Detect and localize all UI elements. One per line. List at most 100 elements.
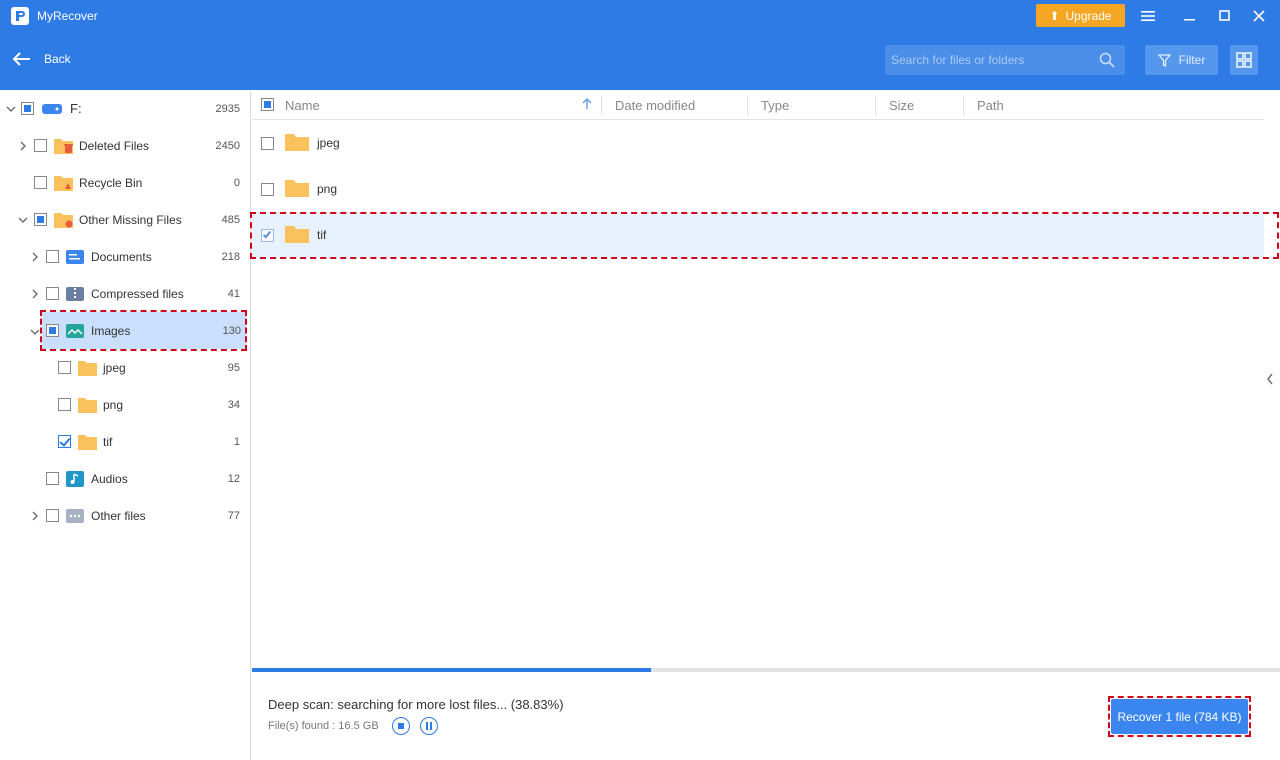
close-icon[interactable] bbox=[1249, 6, 1269, 26]
tree-checkbox[interactable] bbox=[46, 250, 59, 263]
scan-progress-bar bbox=[252, 668, 1280, 672]
pause-scan-button[interactable] bbox=[420, 717, 438, 735]
folder-icon bbox=[77, 396, 97, 414]
tree-label: png bbox=[103, 397, 124, 412]
tree-checkbox[interactable] bbox=[34, 139, 47, 152]
tree-checkbox[interactable] bbox=[58, 398, 71, 411]
file-checkbox[interactable] bbox=[261, 136, 274, 150]
tree-count: 218 bbox=[221, 250, 240, 263]
chevron-right-icon[interactable] bbox=[30, 511, 40, 521]
chevron-down-icon[interactable] bbox=[6, 104, 16, 114]
column-type[interactable]: Type bbox=[761, 90, 789, 120]
column-size-label: Size bbox=[889, 97, 915, 113]
tree-item-tif[interactable]: tif 1 bbox=[0, 423, 250, 460]
tree-item-other-files[interactable]: Other files 77 bbox=[0, 497, 250, 534]
tree-count: 1 bbox=[233, 435, 240, 448]
app-logo-icon bbox=[11, 7, 29, 25]
tree-count: 12 bbox=[227, 472, 240, 485]
tree-count: 77 bbox=[227, 509, 240, 522]
select-all-checkbox[interactable] bbox=[261, 98, 274, 111]
chevron-right-icon[interactable] bbox=[30, 289, 40, 299]
column-divider bbox=[875, 95, 876, 115]
title-bar: MyRecover ⬆ Upgrade bbox=[0, 0, 1280, 32]
upgrade-arrow-icon: ⬆ bbox=[1049, 8, 1060, 23]
file-row[interactable]: png bbox=[252, 166, 1264, 212]
tree-count: 34 bbox=[227, 398, 240, 411]
back-button[interactable]: Back bbox=[12, 52, 71, 66]
search-icon[interactable] bbox=[1099, 52, 1115, 68]
column-path[interactable]: Path bbox=[977, 90, 1004, 120]
collapse-panel-icon[interactable] bbox=[1266, 373, 1274, 388]
stop-scan-button[interactable] bbox=[392, 717, 410, 735]
upgrade-label: Upgrade bbox=[1065, 8, 1112, 23]
search-input[interactable] bbox=[885, 53, 1085, 67]
upgrade-button[interactable]: ⬆ Upgrade bbox=[1036, 4, 1125, 27]
tree-label: Documents bbox=[91, 249, 152, 264]
tree-item-audios[interactable]: Audios 12 bbox=[0, 460, 250, 497]
tree-checkbox[interactable] bbox=[34, 176, 47, 189]
tree-count: 41 bbox=[227, 287, 240, 300]
files-found: File(s) found : 16.5 GB bbox=[268, 720, 379, 732]
back-label: Back bbox=[44, 52, 71, 66]
tree-count: 0 bbox=[233, 176, 240, 189]
tree-checkbox[interactable] bbox=[58, 435, 71, 448]
tree-item-drive-f[interactable]: F: 2935 bbox=[0, 90, 250, 127]
tree-checkbox[interactable] bbox=[21, 102, 34, 115]
file-name: png bbox=[317, 182, 338, 196]
tree-label: Deleted Files bbox=[79, 138, 150, 153]
tree-item-documents[interactable]: Documents 218 bbox=[0, 238, 250, 275]
folder-icon bbox=[284, 132, 310, 155]
chevron-down-icon[interactable] bbox=[30, 326, 40, 336]
column-divider bbox=[601, 95, 602, 115]
tree-item-compressed-files[interactable]: Compressed files 41 bbox=[0, 275, 250, 312]
tree-item-jpeg[interactable]: jpeg 95 bbox=[0, 349, 250, 386]
tree-checkbox[interactable] bbox=[46, 287, 59, 300]
grid-view-button[interactable] bbox=[1230, 45, 1258, 75]
filter-button[interactable]: Filter bbox=[1145, 45, 1218, 75]
file-checkbox[interactable] bbox=[261, 182, 274, 196]
pause-icon bbox=[426, 722, 432, 730]
folder-icon bbox=[77, 433, 97, 451]
tree-checkbox[interactable] bbox=[58, 361, 71, 374]
nav-bar: Back Filter bbox=[0, 32, 1280, 90]
column-divider bbox=[963, 95, 964, 115]
column-path-label: Path bbox=[977, 97, 1004, 113]
column-size[interactable]: Size bbox=[889, 90, 914, 120]
tree-item-other-missing-files[interactable]: Other Missing Files 485 bbox=[0, 201, 250, 238]
filter-label: Filter bbox=[1178, 53, 1206, 67]
column-name-label: Name bbox=[285, 97, 320, 113]
column-date-label: Date modified bbox=[615, 97, 696, 113]
menu-icon[interactable] bbox=[1138, 6, 1158, 26]
file-name: jpeg bbox=[317, 136, 340, 150]
column-date-modified[interactable]: Date modified bbox=[615, 90, 695, 120]
other-files-icon bbox=[65, 507, 85, 525]
back-arrow-icon bbox=[12, 52, 30, 66]
tree-item-recycle-bin[interactable]: Recycle Bin 0 bbox=[0, 164, 250, 201]
highlight-recover-button bbox=[1108, 696, 1251, 737]
file-row[interactable]: jpeg bbox=[252, 120, 1264, 166]
tree-count: 485 bbox=[221, 213, 240, 226]
filter-icon bbox=[1157, 53, 1171, 67]
chevron-right-icon[interactable] bbox=[30, 252, 40, 262]
sort-up-icon[interactable] bbox=[582, 98, 592, 113]
sidebar-tree: F: 2935 Deleted Files 2450 Recycle Bin 0… bbox=[0, 90, 251, 760]
tree-item-deleted-files[interactable]: Deleted Files 2450 bbox=[0, 127, 250, 164]
highlight-images bbox=[40, 310, 247, 351]
tree-checkbox[interactable] bbox=[46, 472, 59, 485]
maximize-icon[interactable] bbox=[1215, 6, 1235, 26]
audio-icon bbox=[65, 470, 85, 488]
column-name[interactable]: Name bbox=[285, 90, 320, 120]
chevron-down-icon[interactable] bbox=[18, 215, 28, 225]
tree-checkbox[interactable] bbox=[46, 509, 59, 522]
documents-icon bbox=[65, 248, 85, 266]
scan-status: Deep scan: searching for more lost files… bbox=[268, 697, 564, 712]
scan-progress-fill bbox=[252, 668, 652, 672]
tree-item-png[interactable]: png 34 bbox=[0, 386, 250, 423]
tree-label: F: bbox=[70, 101, 82, 116]
minimize-icon[interactable] bbox=[1180, 6, 1200, 26]
drive-icon bbox=[41, 100, 62, 118]
tree-checkbox[interactable] bbox=[34, 213, 47, 226]
compressed-icon bbox=[65, 285, 85, 303]
chevron-right-icon[interactable] bbox=[18, 141, 28, 151]
grid-view-icon bbox=[1236, 52, 1252, 68]
